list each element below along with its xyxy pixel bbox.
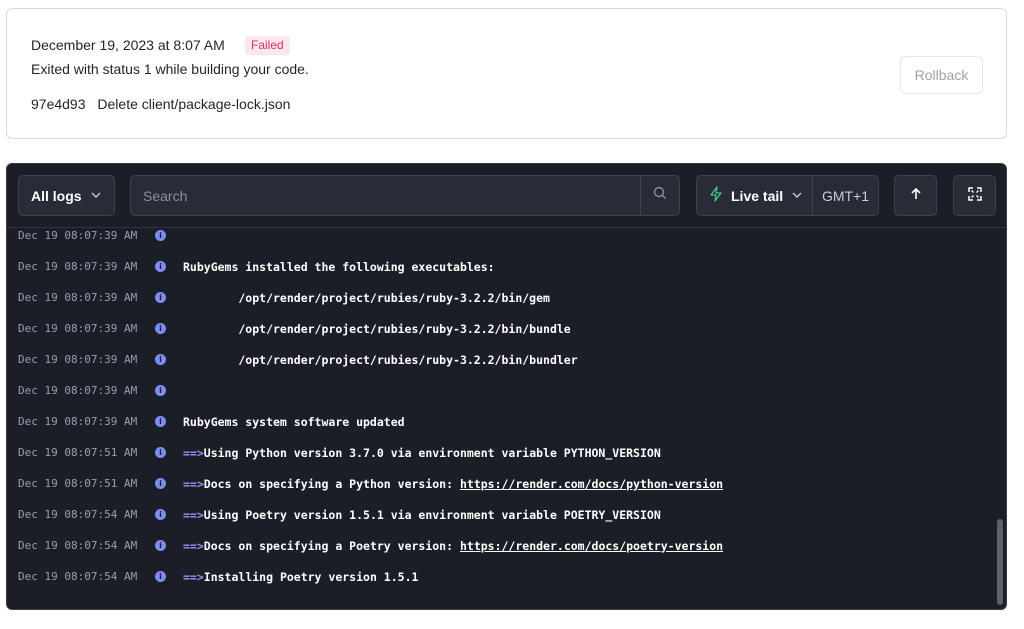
search-icon bbox=[653, 186, 667, 205]
log-prefix: ==> bbox=[183, 569, 204, 584]
log-row: Dec 19 08:07:54 AM i ==> Docs on specifyin… bbox=[7, 530, 1006, 561]
log-row: Dec 19 08:07:39 AM i /opt/render/project/… bbox=[7, 344, 1006, 375]
info-icon: i bbox=[155, 478, 166, 489]
log-row: Dec 19 08:07:39 AM i /opt/render/project/… bbox=[7, 282, 1006, 313]
log-prefix: ==> bbox=[183, 507, 204, 522]
log-scrollbar[interactable] bbox=[997, 519, 1003, 605]
log-row: Dec 19 08:07:54 AM i ==> Using Poetry vers… bbox=[7, 499, 1006, 530]
log-toolbar: All logs Live tail bbox=[7, 164, 1006, 228]
all-logs-dropdown[interactable]: All logs bbox=[18, 175, 115, 216]
info-icon: i bbox=[155, 230, 166, 241]
log-link[interactable]: https://render.com/docs/python-version bbox=[460, 477, 723, 491]
info-icon: i bbox=[155, 323, 166, 334]
log-message: Using Python version 3.7.0 via environme… bbox=[203, 445, 661, 460]
log-row: Dec 19 08:07:51 AM i ==> Docs on specifyin… bbox=[7, 468, 1006, 499]
log-timestamp: Dec 19 08:07:51 AM bbox=[18, 446, 138, 459]
rollback-button[interactable]: Rollback bbox=[900, 56, 983, 94]
log-timestamp: Dec 19 08:07:54 AM bbox=[18, 570, 138, 583]
log-row: Dec 19 08:07:54 AM i ==> Installing Poetry… bbox=[7, 561, 1006, 592]
log-message: Docs on specifying a Python version: bbox=[203, 476, 460, 491]
info-icon: i bbox=[155, 261, 166, 272]
log-row: Dec 19 08:07:39 AM i bbox=[7, 375, 1006, 406]
commit-line: 97e4d93 Delete client/package-lock.json bbox=[31, 96, 290, 112]
log-timestamp: Dec 19 08:07:54 AM bbox=[18, 539, 138, 552]
lightning-icon bbox=[709, 186, 723, 205]
log-row: Dec 19 08:07:51 AM i ==> Using Python vers… bbox=[7, 437, 1006, 468]
log-row: Dec 19 08:07:39 AM i bbox=[7, 229, 1006, 251]
log-timestamp: Dec 19 08:07:54 AM bbox=[18, 508, 138, 521]
log-row: Dec 19 08:07:39 AM i RubyGems installed th… bbox=[7, 251, 1006, 282]
log-timestamp: Dec 19 08:07:39 AM bbox=[18, 291, 138, 304]
log-panel: All logs Live tail bbox=[6, 163, 1007, 610]
log-row: Dec 19 08:07:39 AM i RubyGems system softw… bbox=[7, 406, 1006, 437]
log-prefix: ==> bbox=[183, 476, 204, 491]
log-lines: Dec 19 08:07:39 AM i Dec 19 08:07:39 AM i Ru… bbox=[7, 229, 1006, 592]
info-icon: i bbox=[155, 416, 166, 427]
log-prefix: ==> bbox=[183, 445, 204, 460]
deploy-date: December 19, 2023 at 8:07 AM bbox=[31, 37, 225, 53]
log-timestamp: Dec 19 08:07:39 AM bbox=[18, 384, 138, 397]
fullscreen-button[interactable] bbox=[953, 175, 996, 216]
info-icon: i bbox=[155, 385, 166, 396]
commit-message: Delete client/package-lock.json bbox=[97, 96, 291, 112]
deploy-message: Exited with status 1 while building your… bbox=[31, 61, 309, 77]
log-timestamp: Dec 19 08:07:39 AM bbox=[18, 353, 138, 366]
chevron-down-icon bbox=[791, 188, 803, 204]
chevron-down-icon bbox=[90, 188, 102, 204]
log-timestamp: Dec 19 08:07:51 AM bbox=[18, 477, 138, 490]
log-message: /opt/render/project/rubies/ruby-3.2.2/bi… bbox=[183, 352, 578, 367]
deploy-card: December 19, 2023 at 8:07 AM Failed Exit… bbox=[6, 8, 1007, 139]
status-badge: Failed bbox=[245, 36, 290, 55]
log-timestamp: Dec 19 08:07:39 AM bbox=[18, 322, 138, 335]
live-tail-dropdown[interactable]: Live tail bbox=[697, 176, 812, 215]
log-message: RubyGems system software updated bbox=[183, 414, 405, 429]
log-timestamp: Dec 19 08:07:39 AM bbox=[18, 229, 138, 242]
info-icon: i bbox=[155, 292, 166, 303]
log-message: /opt/render/project/rubies/ruby-3.2.2/bi… bbox=[183, 290, 550, 305]
search-input[interactable] bbox=[131, 176, 640, 215]
search-button[interactable] bbox=[640, 176, 679, 215]
log-message: Installing Poetry version 1.5.1 bbox=[203, 569, 419, 584]
log-message: Docs on specifying a Poetry version: bbox=[203, 538, 460, 553]
log-message: Using Poetry version 1.5.1 via environme… bbox=[203, 507, 661, 522]
info-icon: i bbox=[155, 354, 166, 365]
search-box bbox=[130, 175, 680, 216]
log-message: /opt/render/project/rubies/ruby-3.2.2/bi… bbox=[183, 321, 571, 336]
expand-icon bbox=[967, 187, 982, 204]
commit-hash[interactable]: 97e4d93 bbox=[31, 96, 86, 112]
arrow-up-icon bbox=[909, 187, 923, 204]
scroll-to-top-button[interactable] bbox=[894, 175, 937, 216]
all-logs-label: All logs bbox=[31, 187, 82, 204]
log-prefix: ==> bbox=[183, 538, 204, 553]
live-tail-label: Live tail bbox=[731, 187, 784, 204]
info-icon: i bbox=[155, 571, 166, 582]
log-row: Dec 19 08:07:39 AM i /opt/render/project/… bbox=[7, 313, 1006, 344]
log-timestamp: Dec 19 08:07:39 AM bbox=[18, 415, 138, 428]
timezone-selector[interactable]: GMT+1 bbox=[812, 176, 878, 215]
info-icon: i bbox=[155, 509, 166, 520]
log-message: RubyGems installed the following executa… bbox=[183, 259, 495, 274]
info-icon: i bbox=[155, 540, 166, 551]
info-icon: i bbox=[155, 447, 166, 458]
live-tail-group: Live tail GMT+1 bbox=[696, 175, 879, 216]
log-output: Dec 19 08:07:39 AM i Dec 19 08:07:39 AM i Ru… bbox=[7, 229, 1006, 609]
log-link[interactable]: https://render.com/docs/poetry-version bbox=[460, 539, 723, 553]
log-timestamp: Dec 19 08:07:39 AM bbox=[18, 260, 138, 273]
